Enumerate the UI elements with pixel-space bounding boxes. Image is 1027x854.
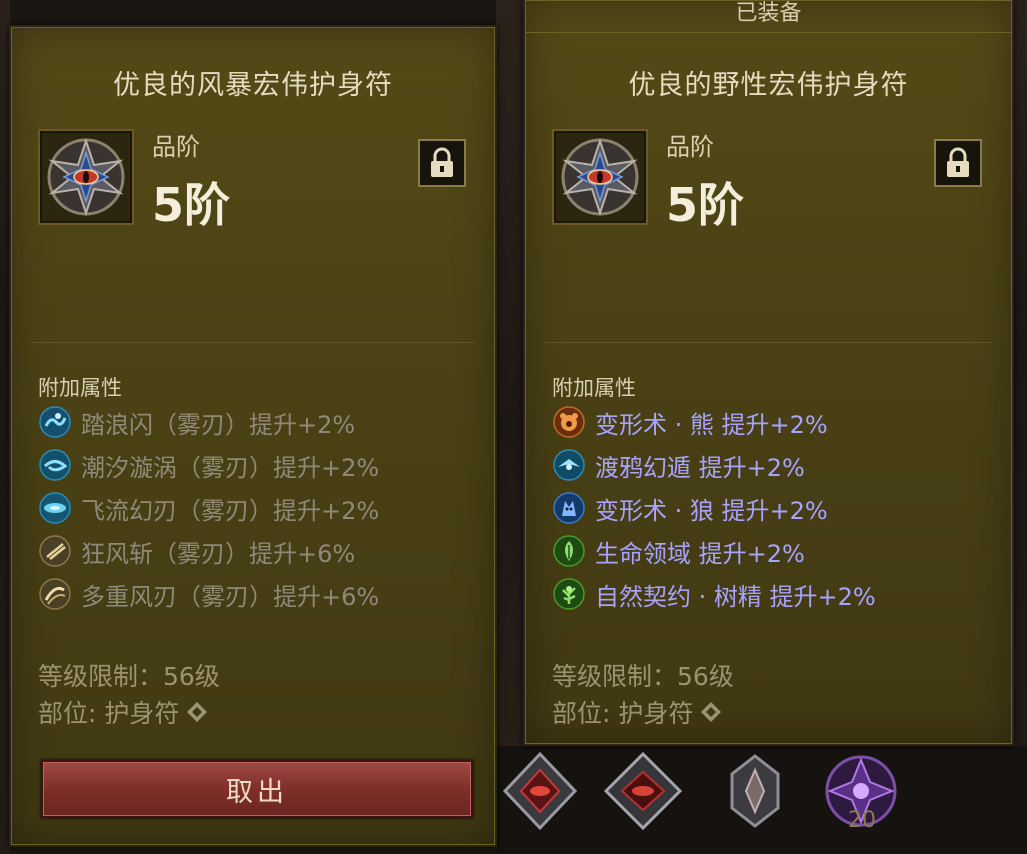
affix-row: 潮汐漩涡（雾刃）提升+2% [39, 447, 379, 483]
amulet-slot-icon-1[interactable] [497, 748, 583, 834]
equipped-label: 已装备 [525, 0, 1012, 33]
multi-wind-blade-icon [39, 578, 71, 610]
affix-row: 生命领域 提升+2% [553, 533, 805, 569]
life-domain-icon [553, 535, 585, 567]
affix-row: 变形术 · 熊 提升+2% [553, 404, 828, 440]
shapeshift-wolf-icon [553, 492, 585, 524]
tooltip-panel-right: 已装备 优良的野性宏伟护身符 品阶 5阶 附加属性 变形术 · 熊 提升+2% [523, 0, 1014, 746]
affix-row: 变形术 · 狼 提升+2% [553, 490, 828, 526]
affix-text: 变形术 · 狼 提升+2% [595, 496, 828, 525]
item-icon-frame [552, 129, 648, 225]
affix-text: 渡鸦幻遁 提升+2% [595, 453, 805, 482]
affix-text: 自然契约 · 树精 提升+2% [595, 582, 876, 611]
flying-blade-icon [39, 492, 71, 524]
affix-section-label: 附加属性 [38, 376, 122, 400]
amulet-icon [47, 137, 125, 217]
wave-step-icon [39, 406, 71, 438]
slot-text: 部位: 护身符 [38, 699, 180, 728]
affix-text: 潮汐漩涡（雾刃）提升+2% [81, 453, 380, 482]
slot-info: 部位: 护身符 [552, 694, 723, 730]
shapeshift-bear-icon [553, 406, 585, 438]
background-middle [496, 0, 526, 854]
lock-button[interactable] [418, 139, 466, 187]
tide-vortex-icon [39, 449, 71, 481]
affix-text: 变形术 · 熊 提升+2% [595, 410, 828, 439]
item-title: 优良的风暴宏伟护身符 [113, 70, 393, 101]
affix-text: 飞流幻刃（雾刃）提升+2% [81, 496, 380, 525]
lock-icon [947, 147, 969, 177]
amulet-slot-icon [701, 702, 722, 722]
grade-value: 5阶 [152, 178, 231, 232]
nature-pact-treant-icon [553, 578, 585, 610]
slot-count: 20 [848, 808, 876, 833]
amulet-slot-icon-2[interactable] [600, 748, 686, 834]
amulet-slot-icon [187, 702, 208, 722]
affix-row: 飞流幻刃（雾刃）提升+2% [39, 490, 379, 526]
lock-button[interactable] [934, 139, 982, 187]
affix-text: 多重风刃（雾刃）提升+6% [81, 582, 380, 611]
affix-text: 踏浪闪（雾刃）提升+2% [81, 410, 356, 439]
grade-label: 品阶 [152, 133, 200, 161]
tooltip-panel-left: 优良的风暴宏伟护身符 品阶 5阶 附加属性 踏浪闪（雾刃）提升+2% 潮汐漩涡（… [9, 25, 497, 847]
level-requirement: 等级限制：56级 [552, 662, 734, 691]
affix-text: 狂风斩（雾刃）提升+6% [81, 539, 356, 568]
slot-text: 部位: 护身符 [552, 699, 694, 728]
amulet-slot-icon-3[interactable] [712, 748, 798, 834]
grade-value: 5阶 [666, 178, 745, 232]
affix-row: 狂风斩（雾刃）提升+6% [39, 533, 355, 569]
affix-section-label: 附加属性 [552, 376, 636, 400]
raven-escape-icon [553, 449, 585, 481]
affix-row: 自然契约 · 树精 提升+2% [553, 576, 876, 612]
affix-text: 生命领域 提升+2% [595, 539, 805, 568]
take-out-button[interactable]: 取出 [41, 760, 473, 818]
grade-label: 品阶 [666, 133, 714, 161]
lock-icon [431, 147, 453, 177]
amulet-icon [561, 137, 639, 217]
affix-row: 多重风刃（雾刃）提升+6% [39, 576, 379, 612]
item-title: 优良的野性宏伟护身符 [628, 70, 909, 101]
gale-slash-icon [39, 535, 71, 567]
divider [545, 342, 992, 343]
item-icon-frame [38, 129, 134, 225]
divider [31, 342, 475, 343]
level-requirement: 等级限制：56级 [38, 662, 220, 691]
affix-row: 踏浪闪（雾刃）提升+2% [39, 404, 355, 440]
affix-row: 渡鸦幻遁 提升+2% [553, 447, 805, 483]
slot-info: 部位: 护身符 [38, 694, 209, 730]
